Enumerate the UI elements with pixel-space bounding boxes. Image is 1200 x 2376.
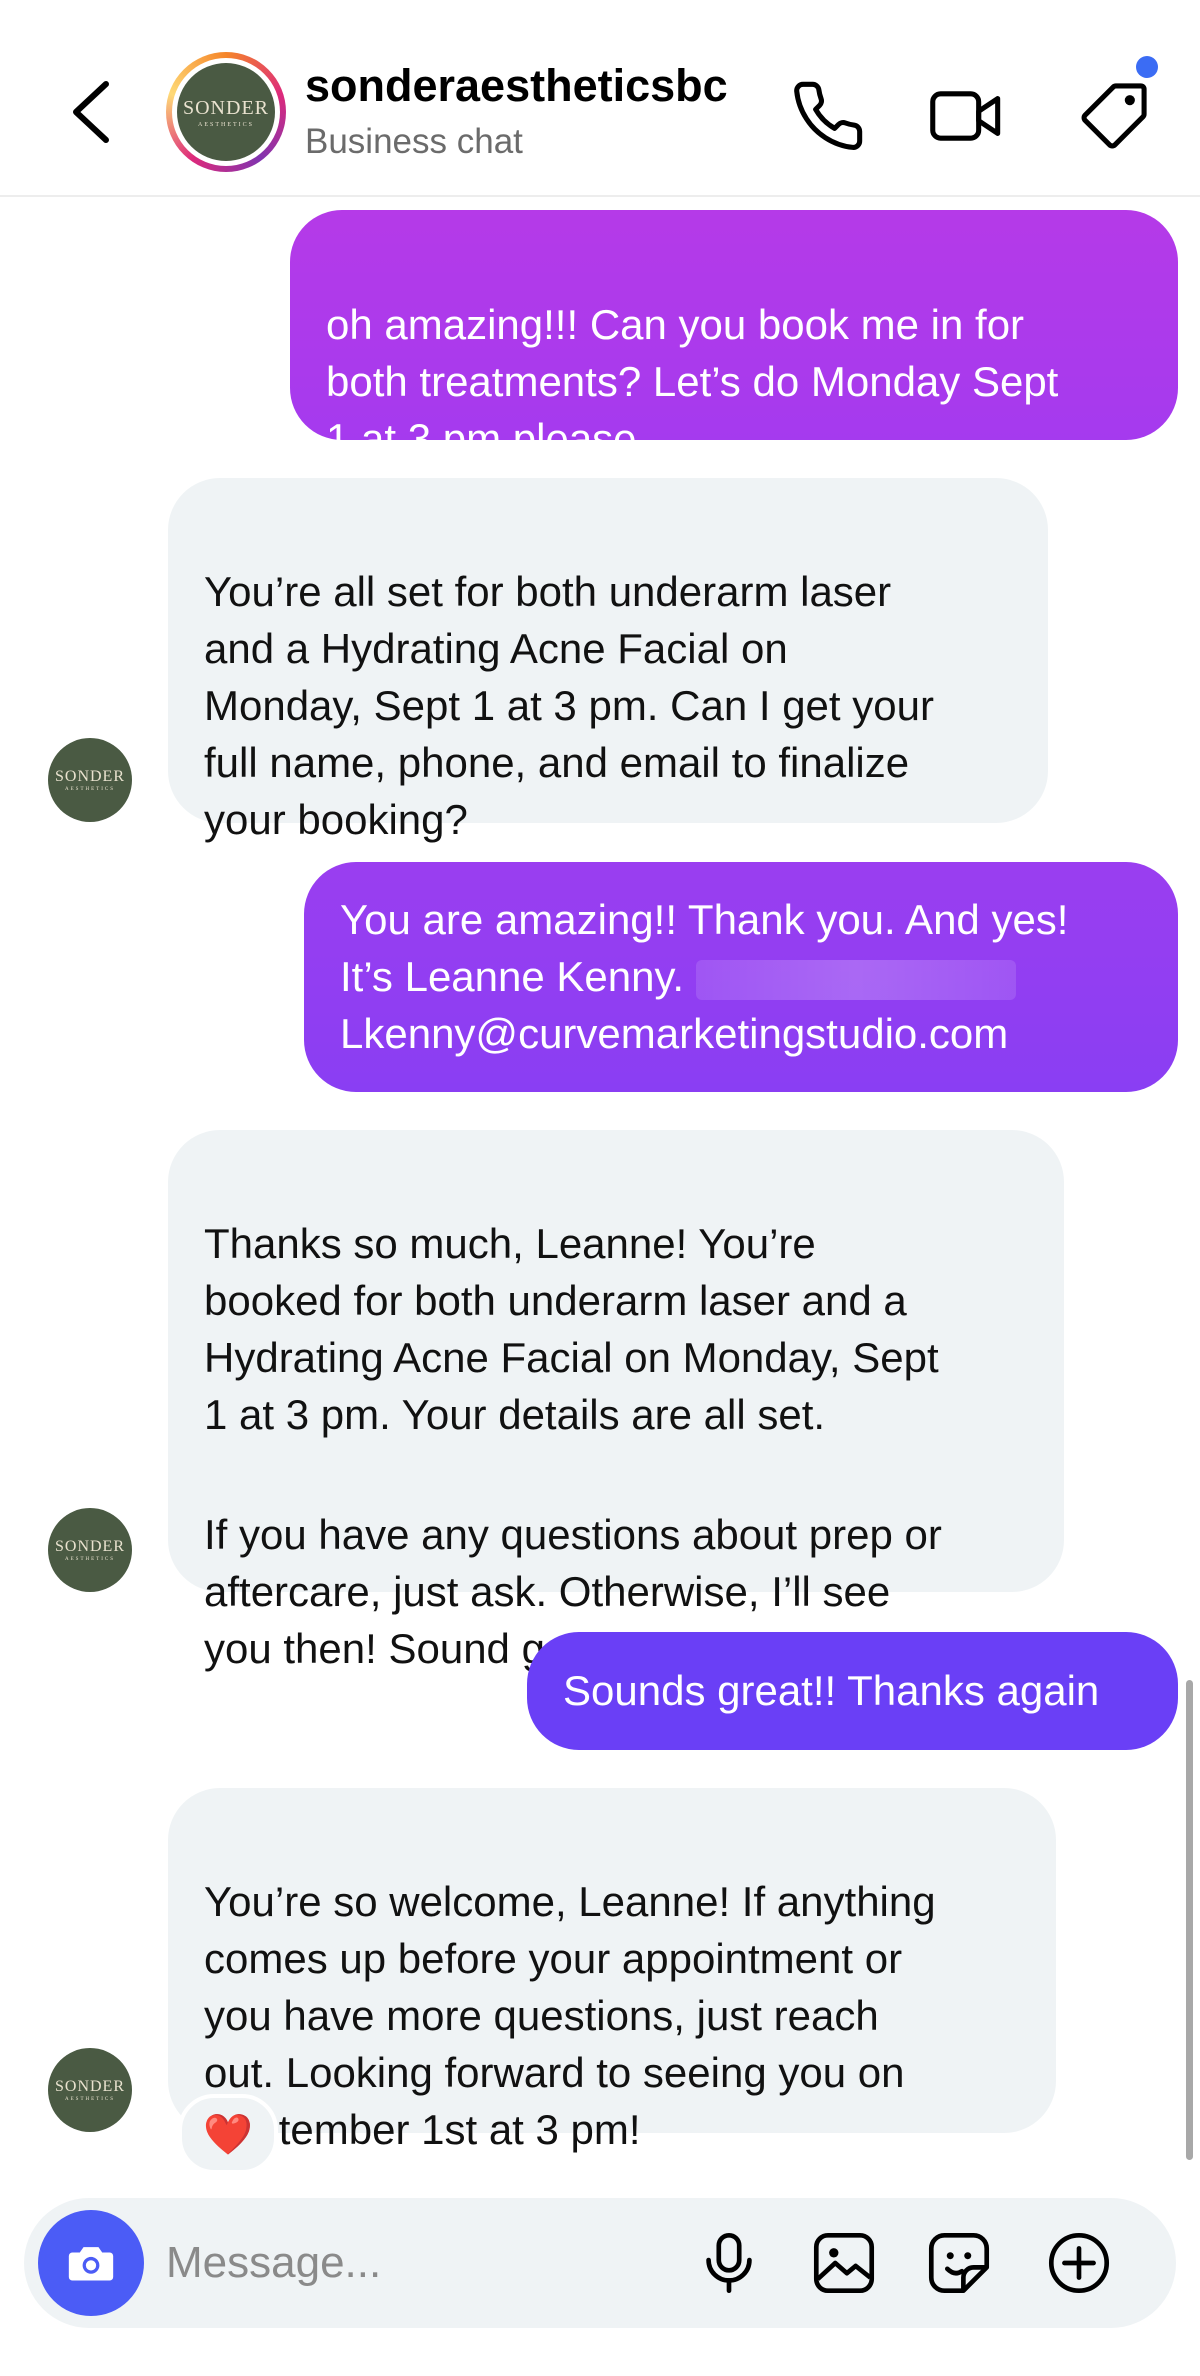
message-composer (24, 2198, 1176, 2328)
avatar: SONDER AESTHETICS (177, 63, 275, 161)
video-call-button[interactable] (928, 78, 1004, 154)
message-text: Thanks so much, Leanne! You’re booked fo… (204, 1220, 939, 1438)
notification-dot (1136, 56, 1158, 78)
scrollbar[interactable] (1186, 1680, 1193, 2160)
account-name[interactable]: sonderaestheticsbc (305, 60, 728, 112)
microphone-icon (706, 2232, 752, 2294)
incoming-message-bubble[interactable]: Thanks so much, Leanne! You’re booked fo… (168, 1130, 1064, 1672)
message-text-line: It’s Leanne Kenny. (340, 948, 1130, 1005)
avatar-brand-text: SONDER (54, 768, 125, 785)
voice-message-button[interactable] (694, 2228, 764, 2298)
video-camera-icon (930, 91, 1001, 141)
camera-button[interactable] (38, 2210, 144, 2316)
back-chevron-icon (73, 81, 109, 143)
avatar-sub-text: AESTHETICS (198, 121, 254, 128)
label-button[interactable] (1076, 78, 1152, 154)
incoming-message-bubble[interactable]: You’re so welcome, Leanne! If anything c… (168, 1788, 1056, 2153)
gallery-icon (813, 2232, 875, 2294)
chat-header: SONDER AESTHETICS sonderaestheticsbc Bus… (0, 0, 1200, 197)
sender-avatar[interactable]: SONDER AESTHETICS (48, 2048, 132, 2132)
gallery-button[interactable] (809, 2228, 879, 2298)
avatar-brand-text: SONDER (54, 2078, 125, 2095)
message-text: oh amazing!!! Can you book me in for bot… (326, 301, 1059, 462)
sticker-icon (928, 2232, 990, 2294)
incoming-message-bubble[interactable]: You’re all set for both underarm laser a… (168, 478, 1048, 843)
message-text-line: You are amazing!! Thank you. And yes! (340, 896, 1069, 943)
chat-screen: SONDER AESTHETICS sonderaestheticsbc Bus… (0, 0, 1200, 2376)
avatar-brand-text: SONDER (182, 96, 269, 119)
message-text: You’re all set for both underarm laser a… (204, 568, 934, 843)
outgoing-message-bubble[interactable]: Sounds great!! Thanks again (527, 1632, 1178, 1750)
message-input[interactable] (166, 2228, 686, 2298)
message-text: You’re so welcome, Leanne! If anything c… (204, 1878, 936, 2153)
camera-icon (68, 2247, 114, 2281)
back-button[interactable] (66, 76, 118, 148)
heart-reaction[interactable]: ❤️ (178, 2094, 278, 2174)
sticker-button[interactable] (924, 2228, 994, 2298)
tag-icon (1081, 83, 1147, 149)
chat-type-label: Business chat (305, 122, 523, 161)
outgoing-message-bubble[interactable]: oh amazing!!! Can you book me in for bot… (290, 210, 1178, 462)
redacted-phone-number (696, 959, 1017, 1000)
phone-icon (794, 81, 863, 150)
avatar-sub-text: AESTHETICS (65, 1557, 115, 1562)
more-options-button[interactable] (1044, 2228, 1114, 2298)
sender-avatar[interactable]: SONDER AESTHETICS (48, 1508, 132, 1592)
outgoing-message-bubble[interactable]: You are amazing!! Thank you. And yes! It… (304, 862, 1178, 1092)
call-button[interactable] (790, 78, 866, 154)
avatar-sub-text: AESTHETICS (65, 2097, 115, 2102)
profile-avatar-button[interactable]: SONDER AESTHETICS (166, 52, 286, 172)
sender-avatar[interactable]: SONDER AESTHETICS (48, 738, 132, 822)
name-text: It’s Leanne Kenny. (340, 953, 685, 1000)
plus-icon (1048, 2232, 1110, 2294)
message-text: Sounds great!! Thanks again (563, 1667, 1100, 1714)
avatar-brand-text: SONDER (54, 1538, 125, 1555)
avatar-sub-text: AESTHETICS (65, 787, 115, 792)
heart-icon: ❤️ (203, 2112, 253, 2157)
message-text-line: Lkenny@curvemarketingstudio.com (340, 1010, 1009, 1057)
